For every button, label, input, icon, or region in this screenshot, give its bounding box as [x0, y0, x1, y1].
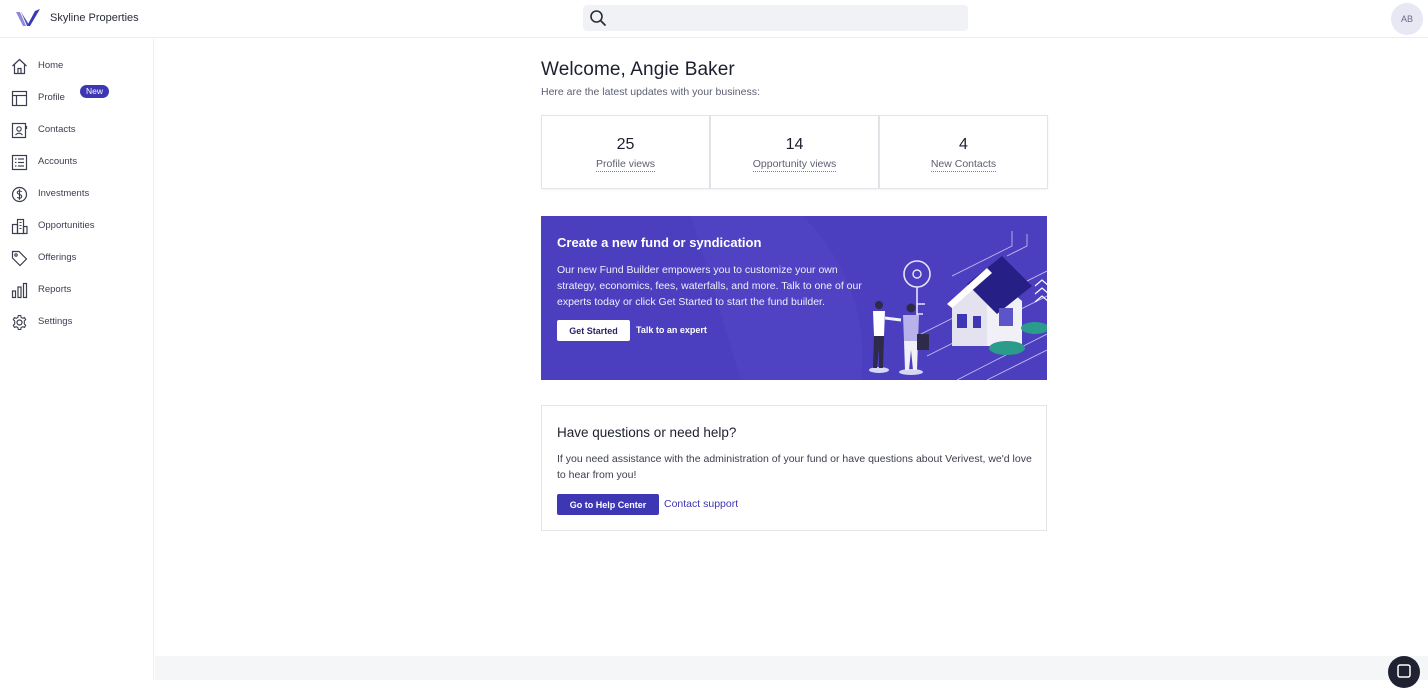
contact-support-link[interactable]: Contact support	[664, 498, 738, 510]
bar-chart-icon	[11, 282, 28, 299]
sidebar-item-label: Settings	[38, 316, 73, 327]
sidebar-item-opportunities[interactable]: Opportunities	[0, 210, 153, 242]
sidebar-item-label: Offerings	[38, 252, 77, 263]
logo-icon	[16, 9, 40, 26]
talk-to-expert-link[interactable]: Talk to an expert	[636, 325, 707, 335]
sidebar-item-accounts[interactable]: Accounts	[0, 146, 153, 178]
sidebar-item-investments[interactable]: Investments	[0, 178, 153, 210]
brand-name: Skyline Properties	[50, 12, 139, 24]
search-input[interactable]	[612, 5, 962, 31]
stat-label-link[interactable]: Opportunity views	[752, 158, 837, 172]
dollar-icon	[11, 186, 28, 203]
tag-icon	[11, 250, 28, 267]
brand[interactable]: Skyline Properties	[16, 9, 139, 27]
sidebar-item-label: Reports	[38, 284, 72, 295]
stat-value: 25	[616, 136, 635, 153]
stat-card-new-contacts[interactable]: 4 New Contacts	[879, 115, 1048, 189]
search-icon[interactable]	[589, 9, 607, 27]
sidebar-item-offerings[interactable]: Offerings	[0, 242, 153, 274]
profile-icon	[11, 90, 28, 107]
sidebar-item-contacts[interactable]: Contacts	[0, 114, 153, 146]
new-badge: New	[80, 85, 110, 98]
chat-icon	[1397, 664, 1411, 678]
avatar-initials: AB	[1400, 14, 1413, 24]
page-subtitle: Here are the latest updates with your bu…	[541, 86, 760, 98]
stat-value: 4	[959, 136, 968, 153]
top-bar: Skyline Properties AB	[0, 0, 1428, 38]
stat-card-opportunity-views[interactable]: 14 Opportunity views	[710, 115, 879, 189]
help-title: Have questions or need help?	[557, 425, 737, 440]
sidebar-item-home[interactable]: Home	[0, 50, 153, 82]
sidebar-item-label: Accounts	[38, 156, 78, 167]
stat-value: 14	[785, 136, 804, 153]
banner-description: Our new Fund Builder empowers you to cus…	[557, 264, 862, 308]
avatar[interactable]: AB	[1391, 3, 1423, 35]
buildings-icon	[11, 218, 28, 235]
sidebar-item-label: Opportunities	[38, 220, 95, 231]
sidebar-item-settings[interactable]: Settings	[0, 306, 153, 338]
banner-title: Create a new fund or syndication	[557, 235, 762, 250]
house-handshake-illustration	[869, 231, 1047, 380]
accounts-icon	[11, 154, 28, 171]
help-card: Have questions or need help? If you need…	[541, 405, 1047, 531]
footer-strip	[155, 656, 1428, 680]
help-description: If you need assistance with the administ…	[557, 453, 1032, 481]
fund-builder-banner: Create a new fund or syndication Our new…	[541, 216, 1047, 380]
sidebar-item-profile[interactable]: Profile	[0, 82, 153, 114]
home-icon	[12, 58, 27, 75]
stat-label-link[interactable]: Profile views	[596, 158, 655, 172]
get-started-button[interactable]: Get Started	[557, 320, 630, 341]
sidebar-item-label: Profile	[38, 92, 65, 103]
sidebar-item-label: Home	[38, 60, 64, 71]
sidebar-item-label: Investments	[38, 188, 90, 199]
page-title: Welcome, Angie Baker	[541, 59, 735, 80]
help-center-button[interactable]: Go to Help Center	[557, 494, 659, 515]
contacts-icon	[11, 122, 28, 139]
chat-launcher-button[interactable]	[1388, 656, 1420, 688]
gear-icon	[12, 314, 27, 331]
stat-label-link[interactable]: New Contacts	[930, 158, 997, 172]
sidebar-item-label: Contacts	[38, 124, 76, 135]
sidebar-item-reports[interactable]: Reports	[0, 274, 153, 306]
stat-card-profile-views[interactable]: 25 Profile views	[541, 115, 710, 189]
